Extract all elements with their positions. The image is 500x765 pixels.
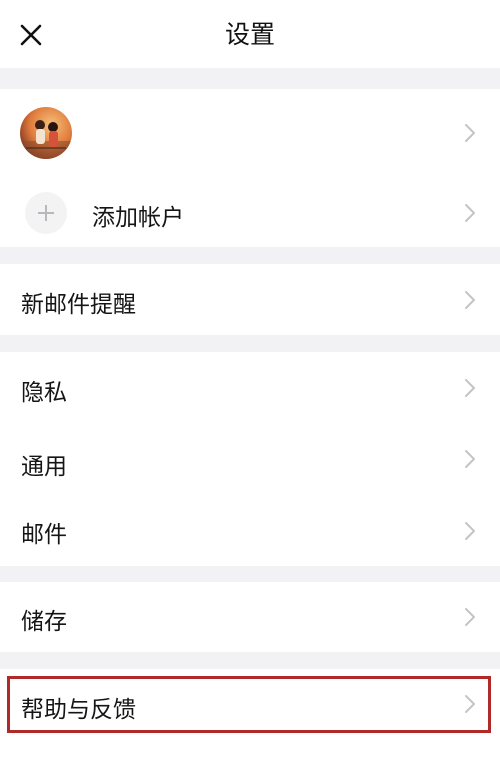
header-bar: 设置 <box>0 0 500 68</box>
add-account-row[interactable]: 添加帐户 <box>0 175 500 247</box>
chevron-right-icon <box>464 203 476 223</box>
help-feedback-label: 帮助与反馈 <box>21 697 136 723</box>
plus-icon <box>38 205 54 221</box>
account-row[interactable] <box>0 89 500 175</box>
mail-label: 邮件 <box>21 522 67 548</box>
privacy-row[interactable]: 隐私 <box>0 352 500 424</box>
help-feedback-row[interactable]: 帮助与反馈 <box>0 669 500 739</box>
chevron-right-icon <box>464 123 476 143</box>
avatar-image <box>20 107 72 159</box>
chevron-right-icon <box>464 378 476 398</box>
new-mail-alert-label: 新邮件提醒 <box>21 292 136 318</box>
add-account-icon-wrap <box>25 192 67 234</box>
mail-row[interactable]: 邮件 <box>0 494 500 566</box>
chevron-right-icon <box>464 449 476 469</box>
chevron-right-icon <box>464 694 476 714</box>
add-account-label: 添加帐户 <box>92 205 184 231</box>
privacy-label: 隐私 <box>21 380 67 406</box>
new-mail-alert-row[interactable]: 新邮件提醒 <box>0 264 500 335</box>
chevron-right-icon <box>464 290 476 310</box>
avatar <box>20 107 72 159</box>
storage-row[interactable]: 储存 <box>0 582 500 652</box>
general-label: 通用 <box>21 454 67 480</box>
chevron-right-icon <box>464 521 476 541</box>
storage-label: 储存 <box>21 609 67 635</box>
chevron-right-icon <box>464 607 476 627</box>
general-row[interactable]: 通用 <box>0 424 500 494</box>
page-title: 设置 <box>224 20 275 49</box>
